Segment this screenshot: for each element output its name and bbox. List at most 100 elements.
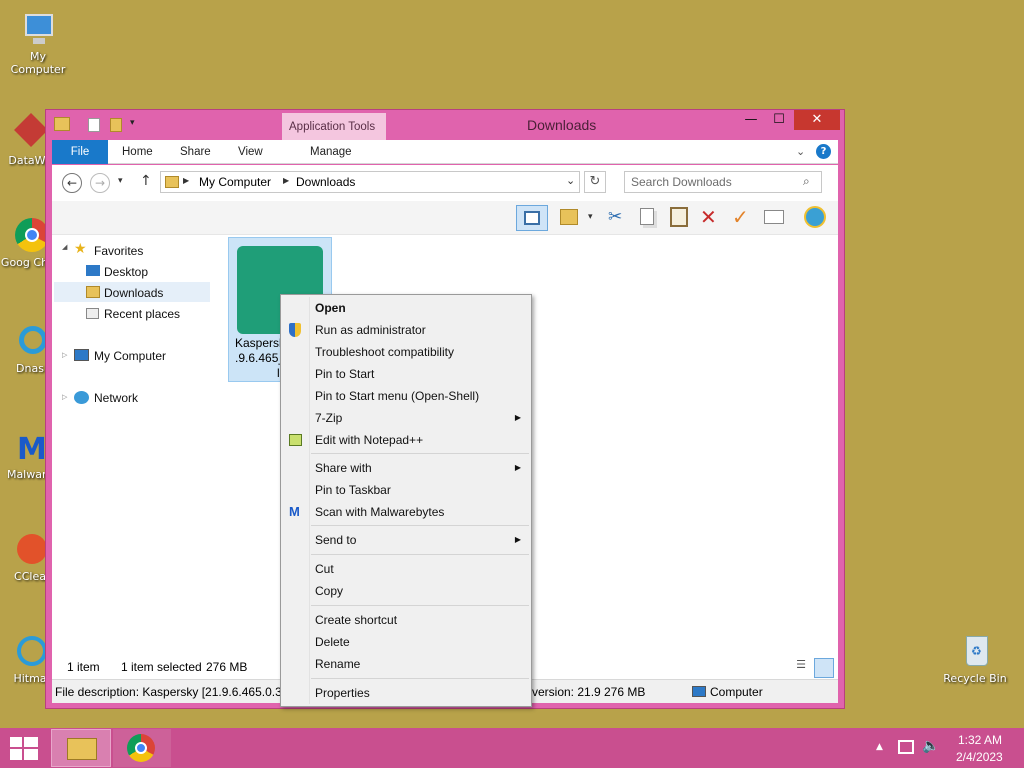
taskbar: ▲ 🔈 1:32 AM 2/4/2023 — [0, 728, 1024, 768]
nav-recent-places[interactable]: Recent places — [104, 307, 180, 321]
file-name-line1: Kaspersk — [235, 336, 286, 350]
desktop-icon-my-computer[interactable]: My Computer — [3, 10, 73, 76]
ribbon-tabs: File Home Share View Manage ⌄ ? — [52, 140, 838, 164]
context-menu: Open Run as administrator Troubleshoot c… — [280, 294, 532, 707]
address-bar[interactable]: ▶ My Computer ▶ Downloads ⌄ — [160, 171, 580, 193]
forward-button[interactable]: → — [90, 173, 110, 193]
clock-date[interactable]: 2/4/2023 — [956, 750, 1003, 764]
qat-dropdown-icon[interactable]: ▾ — [130, 118, 135, 128]
folder-options-icon[interactable] — [560, 209, 578, 225]
details-view-button[interactable]: ☰ — [792, 658, 810, 676]
computer-icon — [19, 10, 57, 48]
menu-item-delete[interactable]: Delete — [281, 631, 531, 653]
menu-item-copy[interactable]: Copy — [281, 580, 531, 602]
file-description: File description: Kaspersky [21.9.6.465.… — [55, 685, 296, 699]
nav-downloads[interactable]: Downloads — [104, 286, 163, 300]
start-button[interactable] — [10, 737, 38, 761]
search-icon[interactable]: ⌕ — [803, 174, 810, 189]
taskbar-chrome-button[interactable] — [113, 729, 171, 767]
tab-view[interactable]: View — [238, 140, 263, 164]
file-name-line2: .9.6.465_ — [235, 351, 286, 365]
selected-count: 1 item selected — [121, 660, 202, 674]
search-input[interactable]: Search Downloads ⌕ — [624, 171, 822, 193]
ribbon-expand-icon[interactable]: ⌄ — [796, 145, 805, 158]
paste-icon[interactable] — [670, 207, 688, 227]
large-icons-view-button[interactable] — [814, 658, 834, 678]
menu-item-properties[interactable]: Properties — [281, 682, 531, 704]
nav-expand-icon[interactable]: ▷ — [62, 393, 67, 401]
nav-favorites[interactable]: Favorites — [94, 244, 143, 258]
network-tray-icon[interactable] — [898, 740, 914, 754]
hitman-icon — [11, 632, 49, 670]
chrome-center-icon — [135, 742, 147, 754]
volume-tray-icon[interactable]: 🔈 — [922, 738, 939, 754]
menu-item-send-to[interactable]: Send to ▶ — [281, 529, 531, 551]
menu-item-pin-to-start-menu[interactable]: Pin to Start menu (Open-Shell) — [281, 385, 531, 407]
menu-item-share-with[interactable]: Share with ▶ — [281, 457, 531, 479]
preview-pane-icon — [524, 211, 540, 225]
malwarebytes-menu-icon: M — [289, 504, 300, 519]
help-icon[interactable]: ? — [816, 144, 831, 159]
submenu-arrow-icon: ▶ — [514, 463, 521, 472]
nav-my-computer[interactable]: My Computer — [94, 349, 166, 363]
preview-pane-button[interactable] — [516, 205, 548, 231]
menu-item-scan-malwarebytes[interactable]: M Scan with Malwarebytes — [281, 501, 531, 523]
recent-locations-icon[interactable]: ▾ — [118, 176, 123, 186]
tab-manage[interactable]: Manage — [310, 140, 352, 164]
menu-item-open[interactable]: Open — [281, 297, 531, 319]
menu-item-pin-to-taskbar[interactable]: Pin to Taskbar — [281, 479, 531, 501]
ccleaner-icon — [11, 530, 49, 568]
favorites-star-icon: ★ — [74, 240, 87, 256]
maximize-button[interactable]: ☐ — [766, 110, 792, 130]
delete-icon[interactable]: ✕ — [700, 205, 717, 229]
taskbar-explorer-button[interactable] — [51, 729, 111, 767]
tab-share[interactable]: Share — [180, 140, 211, 164]
desktop-icon-recycle-bin[interactable]: ♻ Recycle Bin — [940, 632, 1010, 685]
cut-icon[interactable]: ✂ — [608, 207, 622, 227]
copy-icon[interactable] — [640, 208, 654, 225]
rename-check-icon[interactable]: ✓ — [732, 205, 749, 229]
new-folder-icon[interactable] — [110, 118, 122, 132]
nav-expand-icon[interactable]: ▷ — [62, 351, 67, 359]
properties-toolbar-icon[interactable] — [764, 210, 784, 224]
back-button[interactable]: ← — [62, 173, 82, 193]
menu-item-rename[interactable]: Rename — [281, 653, 531, 675]
shell-icon[interactable] — [804, 206, 826, 228]
toolbar-dropdown-icon[interactable]: ▾ — [588, 212, 593, 222]
close-button[interactable]: ✕ — [794, 110, 840, 130]
clock-time[interactable]: 1:32 AM — [958, 733, 1002, 747]
menu-item-troubleshoot[interactable]: Troubleshoot compatibility — [281, 341, 531, 363]
title-bar[interactable]: ▾ Downloads — ☐ ✕ — [46, 110, 844, 140]
address-row: ← → ▾ ↑ ▶ My Computer ▶ Downloads ⌄ ↻ Se… — [52, 165, 838, 201]
notepad-plus-icon — [289, 434, 302, 446]
file-version: version: 21.9 — [532, 685, 601, 699]
refresh-button[interactable]: ↻ — [584, 171, 606, 193]
recycle-bin-icon: ♻ — [956, 632, 994, 670]
my-computer-nav-icon — [74, 349, 89, 361]
properties-icon[interactable] — [88, 118, 100, 132]
menu-label: Run as administrator — [315, 323, 426, 337]
minimize-button[interactable]: — — [738, 110, 764, 130]
window-title: Downloads — [527, 117, 597, 133]
menu-item-run-as-administrator[interactable]: Run as administrator — [281, 319, 531, 341]
menu-item-cut[interactable]: Cut — [281, 558, 531, 580]
address-dropdown-icon[interactable]: ⌄ — [566, 174, 575, 187]
up-button[interactable]: ↑ — [140, 173, 152, 189]
uac-shield-icon — [289, 323, 301, 337]
nav-network[interactable]: Network — [94, 391, 138, 405]
nav-expand-icon[interactable]: ◢ — [62, 243, 67, 251]
tab-home[interactable]: Home — [122, 140, 153, 164]
search-placeholder: Search Downloads — [631, 175, 732, 189]
selected-size: 276 MB — [206, 660, 248, 674]
menu-item-create-shortcut[interactable]: Create shortcut — [281, 609, 531, 631]
show-hidden-icons-button[interactable]: ▲ — [876, 742, 883, 752]
breadcrumb-downloads[interactable]: Downloads — [296, 175, 355, 189]
menu-item-pin-to-start[interactable]: Pin to Start — [281, 363, 531, 385]
nav-desktop[interactable]: Desktop — [104, 265, 148, 279]
tab-file[interactable]: File — [52, 140, 108, 164]
menu-item-edit-notepad[interactable]: Edit with Notepad++ — [281, 429, 531, 451]
menu-item-7zip[interactable]: 7-Zip ▶ — [281, 407, 531, 429]
menu-label: Share with — [315, 461, 372, 475]
menu-separator — [311, 678, 529, 679]
breadcrumb-my-computer[interactable]: My Computer — [199, 175, 271, 189]
